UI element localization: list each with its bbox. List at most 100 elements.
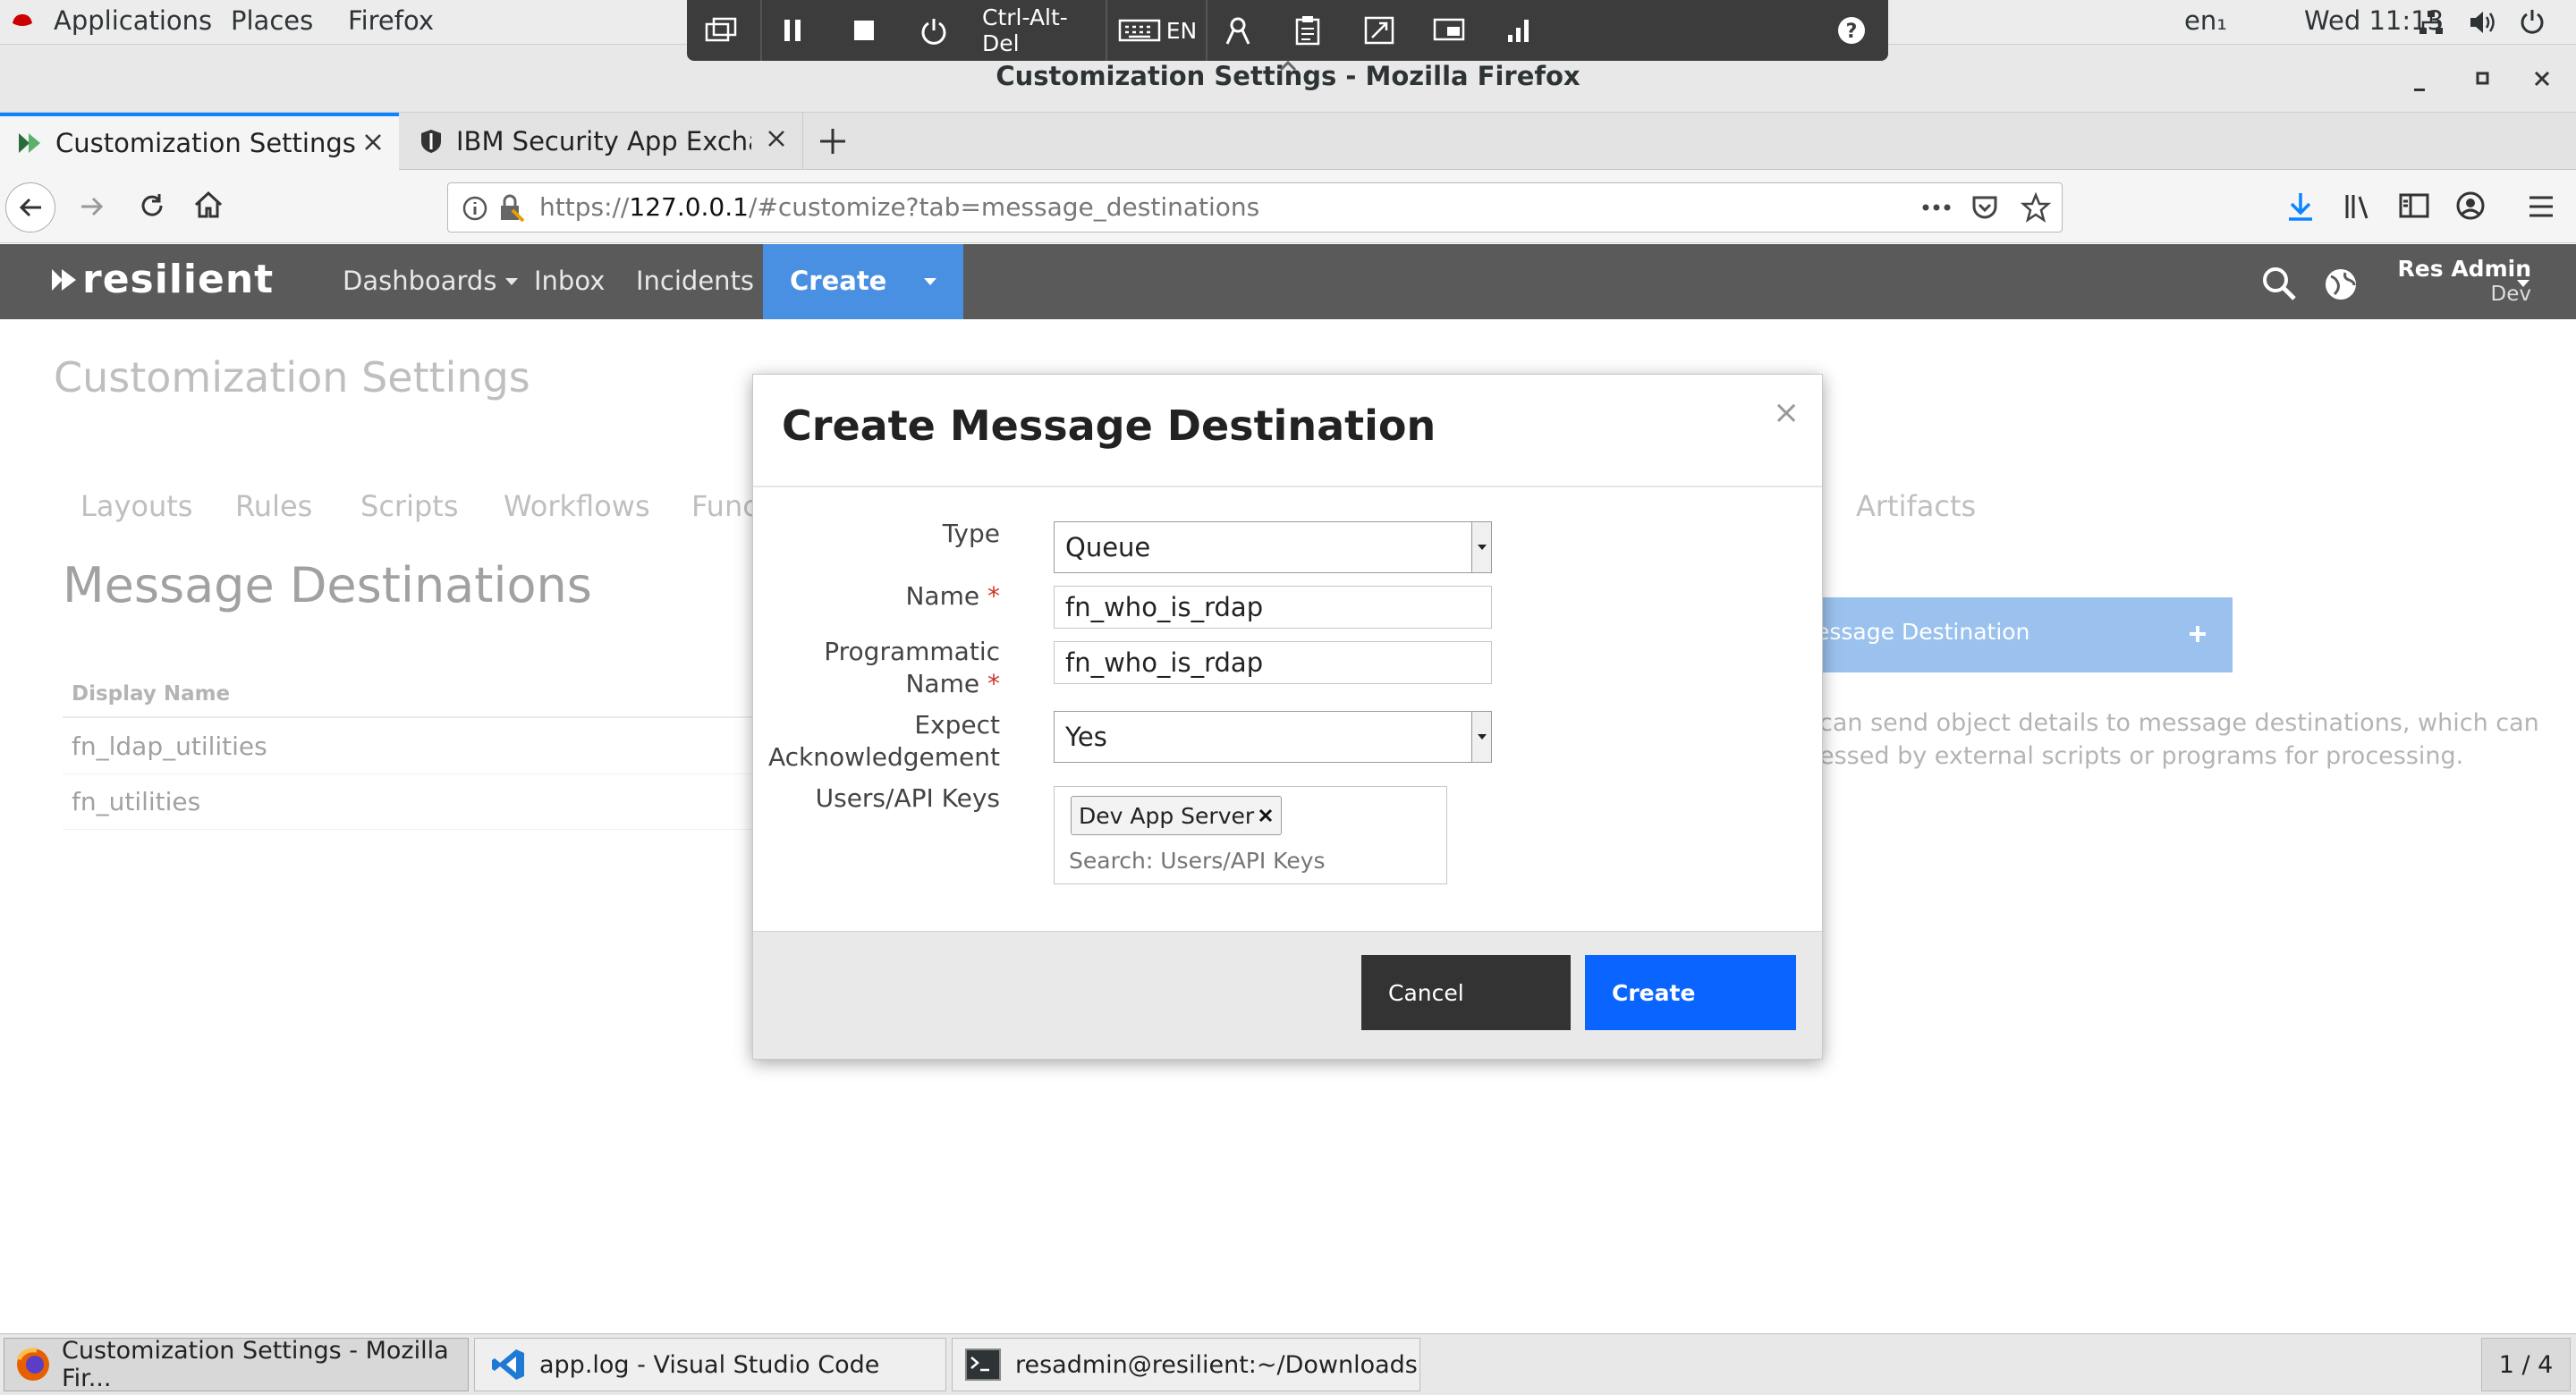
- clipboard-icon[interactable]: [1290, 13, 1326, 48]
- user-tag-label: Dev App Server: [1079, 802, 1255, 829]
- keyboard-layout-button[interactable]: EN: [1113, 13, 1202, 48]
- toolbar-collapse-icon[interactable]: [1277, 59, 1299, 72]
- programmatic-name-label: Programmatic: [824, 637, 1000, 666]
- url-text[interactable]: https://127.0.0.1/#customize?tab=message…: [539, 192, 1259, 222]
- url-scheme: https://: [539, 192, 630, 222]
- window-close-icon[interactable]: [2533, 70, 2551, 88]
- places-menu[interactable]: Places: [231, 5, 313, 36]
- reload-icon[interactable]: [138, 191, 166, 220]
- name-value: fn_who_is_rdap: [1065, 592, 1264, 622]
- display-icon[interactable]: [1431, 13, 1467, 48]
- taskbar-item-firefox[interactable]: Customization Settings - Mozilla Fir...: [4, 1337, 469, 1392]
- caret-down-icon: [505, 278, 519, 285]
- url-bar[interactable]: https://127.0.0.1/#customize?tab=message…: [447, 182, 2063, 232]
- cancel-button[interactable]: Cancel: [1361, 955, 1571, 1030]
- tab-label: Customization Settings: [55, 128, 356, 158]
- tab-close-icon[interactable]: [767, 129, 786, 148]
- tab-ibm-app-exchange[interactable]: IBM Security App Exchange: [401, 113, 803, 170]
- downloads-icon[interactable]: [2286, 191, 2315, 222]
- taskbar-label: Customization Settings - Mozilla Fir...: [62, 1337, 449, 1392]
- send-key-icon[interactable]: [703, 13, 739, 48]
- stop-icon[interactable]: [846, 13, 882, 48]
- programmatic-name-input[interactable]: fn_who_is_rdap: [1054, 641, 1492, 684]
- taskbar-item-vscode[interactable]: app.log - Visual Studio Code: [474, 1338, 946, 1391]
- site-info-icon[interactable]: [462, 196, 487, 221]
- nav-dashboards-label: Dashboards: [343, 266, 497, 296]
- tab-customization-settings[interactable]: Customization Settings: [0, 113, 399, 170]
- user-org: Dev: [2490, 283, 2531, 306]
- required-mark: *: [987, 669, 1000, 698]
- users-search-input[interactable]: [1069, 844, 1427, 876]
- workspace-indicator[interactable]: 1 / 4: [2481, 1338, 2571, 1391]
- nav-incidents[interactable]: Incidents: [636, 266, 754, 296]
- type-value: Queue: [1065, 532, 1151, 562]
- url-host: 127.0.0.1: [629, 192, 749, 222]
- power-cycle-icon[interactable]: [916, 13, 952, 48]
- keyboard-lang: EN: [1165, 17, 1198, 44]
- tab-label: IBM Security App Exchange: [456, 126, 751, 156]
- nav-create-button[interactable]: Create: [763, 244, 963, 319]
- create-button[interactable]: Create: [1585, 955, 1796, 1030]
- redhat-icon: [11, 11, 34, 30]
- taskbar-item-terminal[interactable]: resadmin@resilient:~/Downloads: [952, 1338, 1420, 1391]
- nav-dashboards[interactable]: Dashboards: [343, 266, 520, 296]
- home-icon[interactable]: [193, 190, 224, 219]
- keyboard-icon: [1118, 19, 1160, 42]
- page-actions-icon[interactable]: [1920, 194, 1953, 221]
- scale-icon[interactable]: [1361, 13, 1397, 48]
- expect-ack-select[interactable]: Yes: [1054, 711, 1492, 763]
- taskbar-label: resadmin@resilient:~/Downloads: [1015, 1350, 1418, 1379]
- dialog-form: Type Queue Name * fn_who_is_rdap Program…: [753, 375, 1822, 925]
- insecure-lock-icon[interactable]: [498, 194, 525, 223]
- new-tab-icon[interactable]: [818, 127, 847, 156]
- hamburger-menu-icon[interactable]: [2528, 194, 2555, 219]
- bookmark-star-icon[interactable]: [2021, 192, 2051, 223]
- minimize-icon[interactable]: [2411, 75, 2429, 93]
- url-path: /#customize?tab=message_destinations: [748, 192, 1260, 222]
- pause-icon[interactable]: [775, 13, 810, 48]
- required-mark: *: [987, 581, 1000, 611]
- ibm-favicon: [419, 128, 444, 155]
- user-access-icon[interactable]: [1220, 13, 1256, 48]
- users-api-keys-field[interactable]: Dev App Server: [1054, 786, 1447, 884]
- terminal-icon: [965, 1348, 1001, 1381]
- sidebar-icon[interactable]: [2399, 192, 2429, 219]
- name-input[interactable]: fn_who_is_rdap: [1054, 586, 1492, 629]
- type-label: Type: [942, 519, 1000, 548]
- user-caret-icon[interactable]: [2515, 278, 2531, 289]
- volume-icon[interactable]: [2468, 9, 2496, 36]
- help-icon[interactable]: ?: [1834, 13, 1869, 48]
- tab-close-icon[interactable]: [363, 132, 383, 152]
- maximize-icon[interactable]: [2474, 70, 2492, 88]
- network-icon[interactable]: [2418, 9, 2445, 36]
- users-api-keys-label: Users/API Keys: [815, 783, 1000, 813]
- pocket-icon[interactable]: [1970, 193, 1999, 222]
- forward-icon[interactable]: [79, 193, 106, 220]
- resilient-logo[interactable]: resilient: [50, 257, 275, 302]
- back-icon[interactable]: [5, 182, 55, 232]
- name-label: Name *: [905, 580, 1000, 613]
- user-name: Res Admin: [2397, 256, 2531, 282]
- input-method-indicator[interactable]: en₁: [2184, 5, 2227, 36]
- dialog-footer: Cancel Create: [753, 931, 1822, 1059]
- ctrl-alt-del-button[interactable]: Ctrl-Alt-Del: [982, 4, 1093, 56]
- user-menu[interactable]: Res Admin Dev: [2352, 257, 2531, 307]
- svg-text:?: ?: [1846, 21, 1858, 43]
- applications-menu[interactable]: Applications: [54, 5, 212, 36]
- logo-text: resilient: [82, 257, 275, 302]
- cancel-label: Cancel: [1388, 979, 1464, 1006]
- resilient-favicon: [16, 130, 43, 156]
- power-icon[interactable]: [2519, 8, 2546, 35]
- name-label-text: Name: [905, 581, 980, 611]
- firefox-menu[interactable]: Firefox: [348, 5, 434, 36]
- remove-tag-icon[interactable]: [1258, 807, 1274, 824]
- library-icon[interactable]: [2343, 191, 2374, 220]
- search-icon[interactable]: [2261, 266, 2297, 301]
- account-icon[interactable]: [2456, 191, 2485, 220]
- caret-down-icon[interactable]: [922, 276, 938, 287]
- type-select[interactable]: Queue: [1054, 521, 1492, 573]
- stats-icon[interactable]: [1501, 13, 1537, 48]
- expect-ack-value: Yes: [1065, 722, 1107, 752]
- nav-inbox[interactable]: Inbox: [534, 266, 605, 296]
- select-arrow-icon: [1471, 522, 1491, 572]
